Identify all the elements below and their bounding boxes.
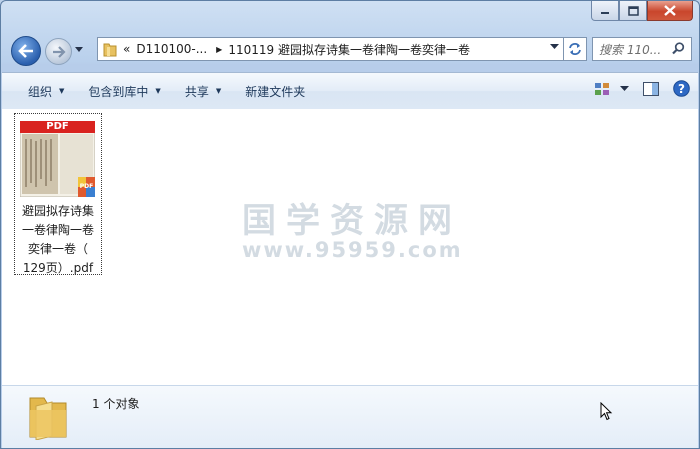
forward-arrow-icon bbox=[52, 45, 66, 58]
mouse-cursor-icon bbox=[600, 402, 613, 421]
back-button[interactable] bbox=[11, 36, 41, 66]
item-count: 1 个对象 bbox=[92, 397, 140, 411]
address-bar[interactable]: « D110100-... ▶ 110119 避园拟存诗集一卷律陶一卷奕律一卷 bbox=[97, 37, 564, 61]
help-button[interactable]: ? bbox=[673, 80, 690, 97]
breadcrumb-parent[interactable]: D110100-... bbox=[136, 42, 207, 56]
maximize-button[interactable] bbox=[619, 1, 647, 21]
back-arrow-icon bbox=[18, 44, 33, 58]
file-name[interactable]: 避园拟存诗集 一卷律陶一卷 奕律一卷（ 129页）.pdf bbox=[15, 202, 101, 278]
refresh-button[interactable] bbox=[564, 37, 587, 61]
preview-pane-button[interactable] bbox=[643, 81, 659, 96]
folder-icon bbox=[103, 43, 117, 56]
close-button[interactable] bbox=[647, 1, 693, 21]
file-list[interactable]: PDF PDF 避园拟存诗集 一卷律陶一卷 奕律一卷（ 129页）.pdf 国学… bbox=[2, 109, 698, 385]
share-label: 共享 bbox=[184, 84, 209, 99]
share-menu[interactable]: 共享 ▼ bbox=[173, 83, 233, 100]
include-in-library-label: 包含到库中 bbox=[88, 84, 149, 99]
close-icon bbox=[664, 5, 676, 16]
view-dropdown-icon bbox=[620, 85, 629, 91]
help-icon: ? bbox=[673, 80, 690, 97]
preview-pane-icon bbox=[643, 81, 659, 96]
pdf-badge-label: PDF bbox=[79, 183, 94, 190]
details-pane: 1 个对象 bbox=[2, 385, 698, 448]
organize-dropdown-icon: ▼ bbox=[59, 87, 65, 95]
refresh-icon bbox=[569, 43, 581, 55]
minimize-icon bbox=[601, 11, 609, 14]
include-in-library-dropdown-icon: ▼ bbox=[155, 87, 161, 95]
include-in-library-menu[interactable]: 包含到库中 ▼ bbox=[76, 83, 172, 100]
search-icon[interactable] bbox=[672, 42, 685, 55]
svg-text:?: ? bbox=[678, 82, 685, 96]
view-options-icon bbox=[595, 82, 609, 95]
large-folder-icon bbox=[29, 397, 67, 440]
forward-button[interactable] bbox=[45, 38, 72, 65]
organize-menu[interactable]: 组织 ▼ bbox=[2, 83, 76, 100]
maximize-icon bbox=[627, 5, 639, 16]
explorer-window: « D110100-... ▶ 110119 避园拟存诗集一卷律陶一卷奕律一卷 … bbox=[0, 0, 700, 449]
file-name-line-2: 一卷律陶一卷 bbox=[21, 223, 94, 237]
share-dropdown-icon: ▼ bbox=[215, 87, 222, 95]
organize-label: 组织 bbox=[28, 84, 53, 99]
caption-buttons bbox=[591, 1, 693, 21]
search-box[interactable]: 搜索 110... bbox=[592, 37, 692, 61]
pdf-header-label: PDF bbox=[46, 121, 69, 132]
new-folder-button[interactable]: 新建文件夹 bbox=[233, 83, 317, 100]
file-item[interactable]: PDF PDF 避园拟存诗集 一卷律陶一卷 奕律一卷（ 129页）.pdf bbox=[14, 113, 102, 275]
watermark-title: 国学资源网 bbox=[242, 201, 462, 241]
breadcrumb-current[interactable]: 110119 避园拟存诗集一卷律陶一卷奕律一卷 bbox=[228, 41, 470, 58]
breadcrumb-separator-icon[interactable]: ▶ bbox=[216, 45, 222, 54]
file-name-line-3: 奕律一卷（ bbox=[27, 242, 88, 256]
watermark-url: www.95959.com bbox=[242, 238, 463, 262]
file-name-line-4: 129页）.pdf bbox=[22, 261, 94, 275]
change-view-button[interactable] bbox=[594, 82, 629, 96]
minimize-button[interactable] bbox=[591, 1, 619, 21]
address-dropdown-icon[interactable] bbox=[550, 44, 559, 50]
recent-pages-dropdown-icon[interactable] bbox=[75, 45, 83, 53]
command-bar: 组织 ▼ 包含到库中 ▼ 共享 ▼ 新建文件夹 ? bbox=[2, 72, 698, 110]
search-placeholder[interactable]: 搜索 110... bbox=[599, 41, 661, 58]
new-folder-label: 新建文件夹 bbox=[245, 84, 306, 99]
navigation-row: « D110100-... ▶ 110119 避园拟存诗集一卷律陶一卷奕律一卷 … bbox=[9, 35, 692, 66]
file-name-line-1: 避园拟存诗集 bbox=[21, 204, 94, 218]
command-bar-right: ? bbox=[580, 80, 690, 97]
breadcrumb-overflow[interactable]: « bbox=[123, 42, 130, 56]
watermark: 国学资源网 www.95959.com bbox=[242, 193, 462, 262]
